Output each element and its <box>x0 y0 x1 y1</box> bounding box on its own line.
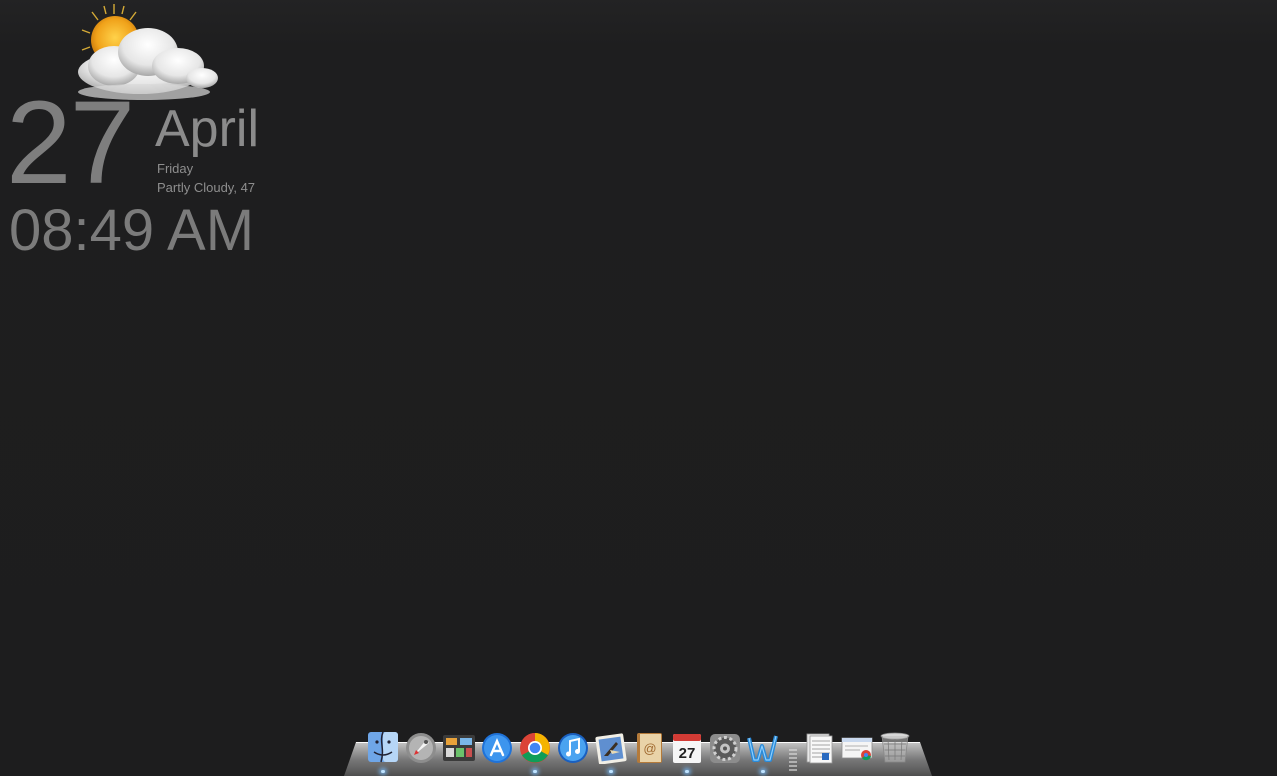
dock-item-finder[interactable] <box>366 730 400 766</box>
calendar-day-label: 27 <box>679 745 696 762</box>
running-indicator <box>609 770 613 773</box>
dock-item-chrome[interactable] <box>518 730 552 766</box>
running-indicator <box>533 770 537 773</box>
dock-item-documents-stack[interactable] <box>802 730 836 766</box>
date-day: 27 <box>6 77 135 209</box>
downloads-stack-icon <box>841 737 873 761</box>
dock-item-system-preferences[interactable] <box>708 730 742 766</box>
launchpad-icon <box>406 733 436 763</box>
date-month: April <box>155 100 260 158</box>
dock: @ 27 <box>344 730 932 776</box>
chrome-icon <box>520 733 550 763</box>
itunes-icon <box>558 733 588 763</box>
finder-icon <box>368 731 398 763</box>
clock-time: 08:49 AM <box>9 198 255 263</box>
dock-item-itunes[interactable] <box>556 730 590 766</box>
running-indicator <box>685 770 689 773</box>
dock-separator <box>789 749 797 771</box>
app-store-icon <box>482 733 512 763</box>
dock-item-launchpad[interactable] <box>404 730 438 766</box>
dock-item-address-book[interactable]: @ <box>632 730 666 766</box>
mission-control-icon <box>443 735 475 761</box>
word-icon <box>747 735 778 762</box>
dock-item-mission-control[interactable] <box>442 730 476 766</box>
date-weekday: Friday <box>157 161 194 176</box>
address-book-icon: @ <box>637 733 662 763</box>
trash-icon <box>880 732 910 763</box>
dock-item-downloads-stack[interactable] <box>840 730 874 766</box>
system-preferences-icon <box>710 734 740 763</box>
dock-item-word[interactable] <box>746 730 780 766</box>
documents-stack-icon <box>806 733 833 764</box>
dock-item-app-store[interactable] <box>480 730 514 766</box>
running-indicator <box>761 770 765 773</box>
dock-item-trash[interactable] <box>878 730 912 766</box>
dock-item-mail[interactable] <box>594 730 628 766</box>
weather-condition: Partly Cloudy, 47 <box>157 180 256 195</box>
svg-text:@: @ <box>643 741 656 756</box>
dock-item-calendar[interactable]: 27 <box>670 730 704 766</box>
desktop[interactable]: 27 April Friday Partly Cloudy, 47 08:49 … <box>0 0 1277 776</box>
calendar-icon: 27 <box>673 734 701 763</box>
weather-clock-widget: 27 April Friday Partly Cloudy, 47 08:49 … <box>0 0 280 270</box>
mail-icon <box>595 733 627 764</box>
running-indicator <box>381 770 385 773</box>
